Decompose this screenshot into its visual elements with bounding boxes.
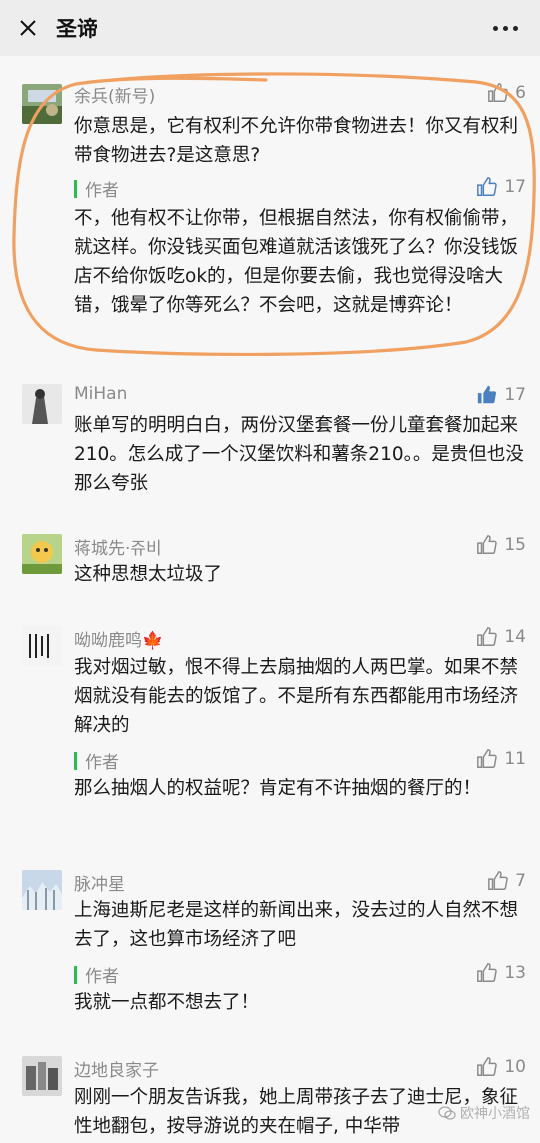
avatar[interactable] [22,1056,62,1096]
like-count: 11 [504,749,526,769]
like-count: 17 [504,385,526,405]
comment-text: 上海迪斯尼老是这样的新闻出来，没去过的人自然不想去了，这也算市场经济了吧 [74,900,519,950]
author-label: 作者 [85,753,119,773]
comment-text: 账单写的明明白白，两份汉堡套餐一份儿童套餐加起来210。怎么成了一个汉堡饮料和薯… [74,415,524,494]
reply-text: 不，他有权不让你带，但根据自然法，你有权偷偷带，就这样。你没钱买面包难道就活该饿… [74,208,519,316]
thumbs-up-icon [477,963,498,982]
like-button[interactable]: 10 [476,1056,526,1078]
like-count: 15 [504,535,526,555]
commenter-name: 脉冲星 [74,875,125,895]
reply-text: 我就一点都不想去了！ [74,992,260,1013]
like-button[interactable]: 17 [476,384,526,406]
close-icon [20,20,36,36]
like-button[interactable]: 15 [476,534,526,556]
thumbs-up-icon [477,535,498,554]
like-button[interactable]: 6 [487,82,526,104]
thumbs-up-icon [477,1057,498,1076]
commenter-name: 蒋城先·쥬비 [74,539,162,559]
more-icon[interactable] [493,26,518,31]
like-count: 14 [504,627,526,647]
reply-text: 那么抽烟人的权益呢？肯定有不许抽烟的餐厅的！ [74,778,482,799]
thumbs-up-icon [477,177,498,196]
commenter-name: MiHan [74,384,128,404]
avatar[interactable] [22,870,62,910]
close-button[interactable] [0,0,56,56]
avatar[interactable] [22,384,62,424]
author-reply-label: 作者 [74,748,119,773]
like-count: 13 [504,963,526,983]
commenter-name: 余兵(新号) [74,87,156,107]
watermark-text: 欧神小酒馆 [460,1106,530,1122]
thumbs-up-filled-icon [478,385,497,404]
author-reply-label: 作者 [74,962,119,987]
thumbs-up-icon [488,83,508,102]
comment-text: 你意思是，它有权利不允许你带食物进去！你又有权利带食物进去?是这意思? [74,116,519,166]
top-bar: 圣谛 [0,0,540,56]
reply-like-button[interactable]: 11 [476,748,526,770]
wechat-icon [438,1106,456,1120]
page-title: 圣谛 [56,17,98,41]
commenter-name: 呦呦鹿鸣🍁 [74,631,164,651]
thumbs-up-icon [477,627,498,646]
comments-list[interactable]: 余兵(新号) 6 你意思是，它有权利不允许你带食物进去！你又有权利带食物进去?是… [0,56,540,1143]
avatar[interactable] [22,626,62,666]
like-button[interactable]: 7 [487,870,526,892]
thumbs-up-icon [488,871,508,890]
reply-like-button[interactable]: 17 [476,176,526,198]
reply-like-button[interactable]: 13 [476,962,526,984]
like-button[interactable]: 14 [476,626,526,648]
author-reply-bar [74,179,77,198]
like-count: 17 [504,177,526,197]
avatar[interactable] [22,84,62,124]
author-reply-bar [74,965,77,984]
like-count: 7 [515,871,526,891]
author-label: 作者 [85,967,119,987]
avatar[interactable] [22,534,62,574]
author-label: 作者 [85,181,119,201]
author-reply-label: 作者 [74,176,119,201]
comment-text: 这种思想太垃圾了 [74,564,223,585]
like-count: 10 [504,1057,526,1077]
commenter-name: 边地良家子 [74,1061,159,1081]
comment-text: 我对烟过敏，恨不得上去扇抽烟的人两巴掌。如果不禁烟就没有能去的饭馆了。不是所有东… [74,657,519,736]
watermark: 欧神小酒馆 [438,1103,530,1123]
thumbs-up-icon [477,749,498,768]
author-reply-bar [74,751,77,770]
like-count: 6 [515,83,526,103]
